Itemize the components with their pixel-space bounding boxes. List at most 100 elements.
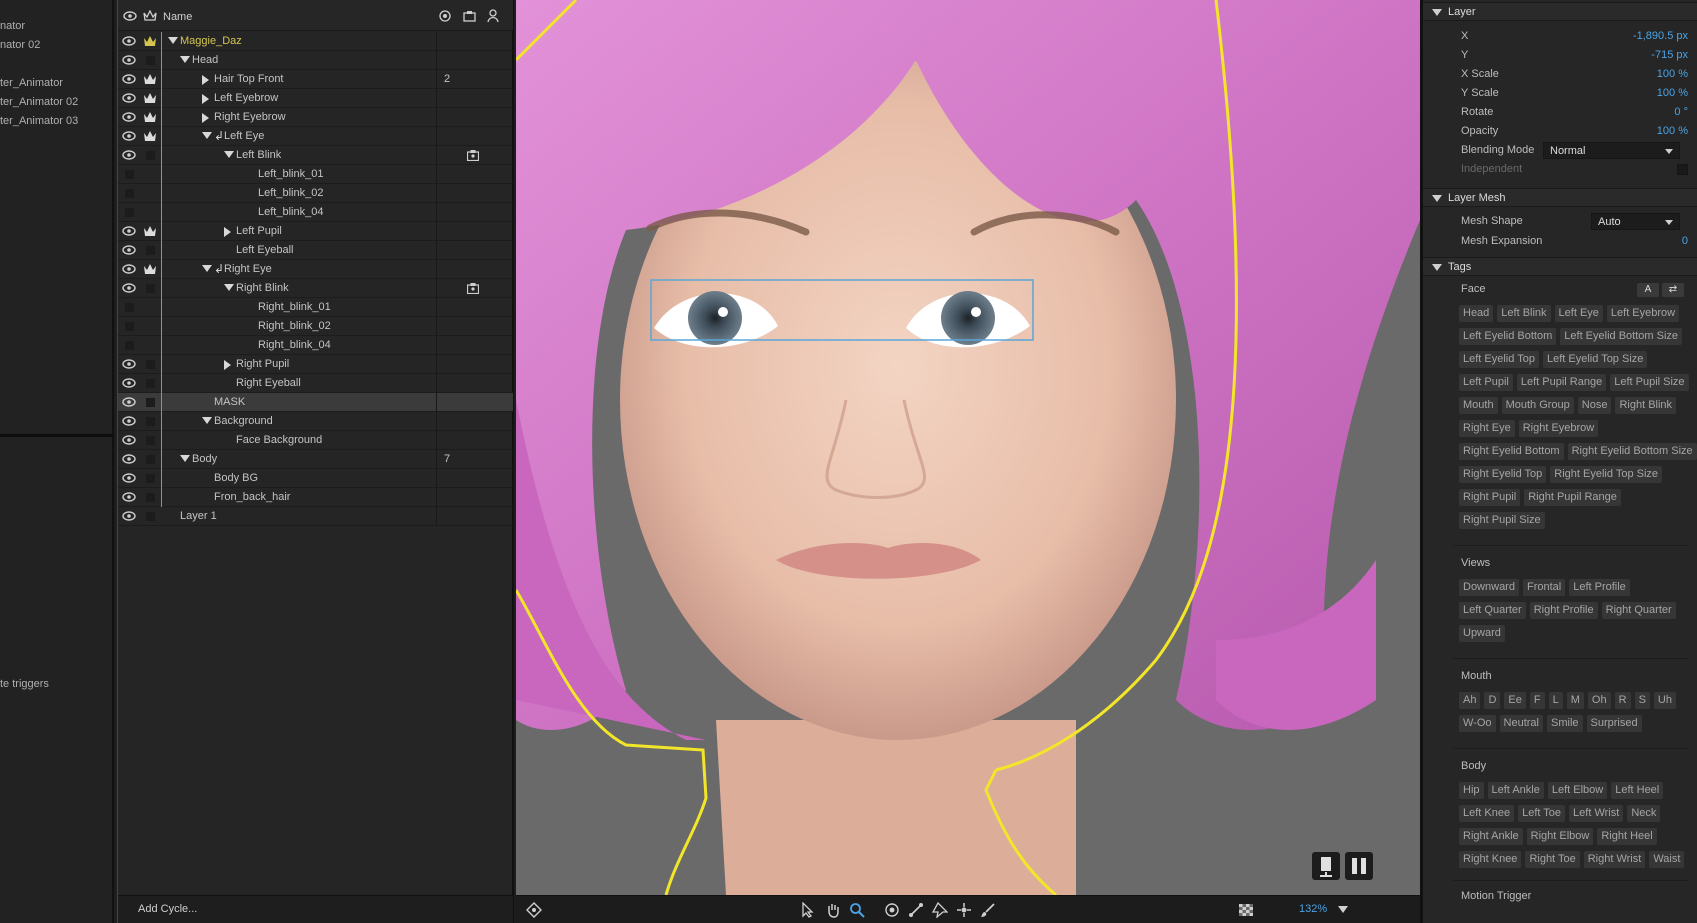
crown-icon[interactable]: [143, 92, 157, 104]
tag-button[interactable]: Right Ankle: [1459, 828, 1523, 845]
tag-button[interactable]: Smile: [1547, 715, 1583, 732]
layer-name[interactable]: Layer 1: [180, 510, 217, 522]
layer-row[interactable]: Right_blink_04: [118, 336, 513, 355]
tag-button[interactable]: Right Profile: [1529, 602, 1598, 619]
chevron-down-icon[interactable]: [202, 265, 212, 272]
layer-name[interactable]: Left Eye: [224, 130, 264, 142]
hand-icon[interactable]: [825, 902, 841, 918]
independent-checkbox[interactable]: [1677, 164, 1688, 175]
left-panel-item[interactable]: ter_Animator: [0, 77, 63, 89]
tag-button[interactable]: Left Toe: [1518, 805, 1566, 822]
layer-name[interactable]: MASK: [214, 396, 245, 408]
chevron-down-icon[interactable]: [180, 56, 190, 63]
select-arrow-icon[interactable]: [800, 902, 816, 918]
tag-button[interactable]: Hip: [1459, 782, 1484, 799]
layer-row[interactable]: Right Eyeball: [118, 374, 513, 393]
layer-row[interactable]: Fron_back_hair: [118, 488, 513, 507]
chevron-down-icon[interactable]: [168, 37, 178, 44]
visibility-toggle[interactable]: [125, 322, 134, 331]
tag-button[interactable]: Left Eye: [1554, 305, 1603, 322]
property-value[interactable]: 0 °: [1674, 106, 1688, 118]
tag-button[interactable]: Left Eyelid Bottom: [1459, 328, 1557, 345]
tag-filter-button[interactable]: ⇄: [1662, 283, 1684, 297]
independence-toggle[interactable]: [146, 284, 155, 293]
tag-button[interactable]: Right Heel: [1597, 828, 1657, 845]
tag-button[interactable]: Left Eyelid Top: [1459, 351, 1539, 368]
independence-toggle[interactable]: [146, 455, 155, 464]
layer-name[interactable]: Body BG: [214, 472, 258, 484]
puppet-header-icon[interactable]: [486, 9, 500, 23]
layer-row[interactable]: Hair Top Front 2: [118, 70, 513, 89]
tag-button[interactable]: Left Pupil Size: [1610, 374, 1689, 391]
property-value[interactable]: 100 %: [1657, 125, 1688, 137]
layer-row[interactable]: Left Eyebrow: [118, 89, 513, 108]
tag-button[interactable]: Right Pupil Range: [1524, 489, 1621, 506]
eye-icon[interactable]: [122, 35, 136, 47]
layer-name[interactable]: Right Eyebrow: [214, 111, 286, 123]
layer-row[interactable]: Left_blink_04: [118, 203, 513, 222]
layer-name[interactable]: Left Eyebrow: [214, 92, 278, 104]
eye-icon[interactable]: [122, 54, 136, 66]
layer-section-header[interactable]: Layer: [1423, 2, 1697, 21]
eye-icon[interactable]: [122, 73, 136, 85]
add-cycle-button[interactable]: Add Cycle...: [138, 903, 197, 915]
chevron-down-icon[interactable]: [180, 455, 190, 462]
eye-icon[interactable]: [122, 491, 136, 503]
tag-button[interactable]: Ee: [1504, 692, 1526, 709]
eye-icon[interactable]: [122, 282, 136, 294]
tag-button[interactable]: Right Knee: [1459, 851, 1522, 868]
mesh-shape-select[interactable]: Auto: [1591, 213, 1680, 230]
layer-name[interactable]: Fron_back_hair: [214, 491, 290, 503]
target-icon[interactable]: [439, 10, 451, 22]
chevron-down-icon[interactable]: [202, 417, 212, 424]
layer-row[interactable]: Maggie_Daz: [118, 32, 513, 51]
layer-mesh-section-header[interactable]: Layer Mesh: [1423, 188, 1697, 207]
visibility-toggle[interactable]: [125, 170, 134, 179]
independence-toggle[interactable]: [146, 379, 155, 388]
independence-toggle[interactable]: [146, 474, 155, 483]
tag-button[interactable]: R: [1614, 692, 1631, 709]
tag-button[interactable]: Upward: [1459, 625, 1505, 642]
tag-button[interactable]: F: [1529, 692, 1545, 709]
pause-button[interactable]: [1345, 852, 1373, 880]
tag-button[interactable]: Surprised: [1586, 715, 1642, 732]
transparency-grid-icon[interactable]: [1238, 902, 1254, 918]
independence-toggle[interactable]: [146, 246, 155, 255]
tag-button[interactable]: Right Eyelid Bottom: [1459, 443, 1564, 460]
tag-button[interactable]: Downward: [1459, 579, 1519, 596]
layer-row[interactable]: Layer 1: [118, 507, 513, 526]
eye-header-icon[interactable]: [123, 11, 137, 21]
tag-button[interactable]: Ah: [1459, 692, 1481, 709]
eye-icon[interactable]: [122, 263, 136, 275]
eye-icon[interactable]: [122, 377, 136, 389]
name-column-header[interactable]: Name: [163, 11, 192, 23]
crown-icon[interactable]: [143, 263, 157, 275]
eye-icon[interactable]: [122, 111, 136, 123]
stick-icon[interactable]: [908, 902, 924, 918]
brush-icon[interactable]: [980, 902, 996, 918]
layer-row[interactable]: Left Eyeball: [118, 241, 513, 260]
tag-button[interactable]: Left Eyelid Top Size: [1542, 351, 1648, 368]
visibility-toggle[interactable]: [125, 341, 134, 350]
layer-name[interactable]: Left Pupil: [236, 225, 282, 237]
layer-row[interactable]: Right Blink: [118, 279, 513, 298]
chevron-right-icon[interactable]: [202, 113, 209, 123]
tag-button[interactable]: Right Eyelid Bottom Size: [1567, 443, 1697, 460]
crown-icon[interactable]: [143, 73, 157, 85]
eye-icon[interactable]: [122, 130, 136, 142]
layer-row[interactable]: Body 7: [118, 450, 513, 469]
crown-header-icon[interactable]: [143, 10, 157, 22]
tag-button[interactable]: Neutral: [1499, 715, 1543, 732]
layer-name[interactable]: Right Blink: [236, 282, 289, 294]
physics-icon[interactable]: [526, 902, 542, 918]
layer-name[interactable]: Left Eyeball: [236, 244, 293, 256]
layer-row[interactable]: MASK: [118, 393, 513, 412]
layer-row[interactable]: ↲ Left Eye: [118, 127, 513, 146]
tag-header-icon[interactable]: [463, 10, 476, 22]
tag-icon[interactable]: [467, 150, 479, 161]
layer-name[interactable]: Right Pupil: [236, 358, 289, 370]
chevron-right-icon[interactable]: [202, 94, 209, 104]
tag-button[interactable]: Oh: [1587, 692, 1611, 709]
tag-button[interactable]: Left Eyelid Bottom Size: [1560, 328, 1683, 345]
tag-button[interactable]: Left Quarter: [1459, 602, 1526, 619]
